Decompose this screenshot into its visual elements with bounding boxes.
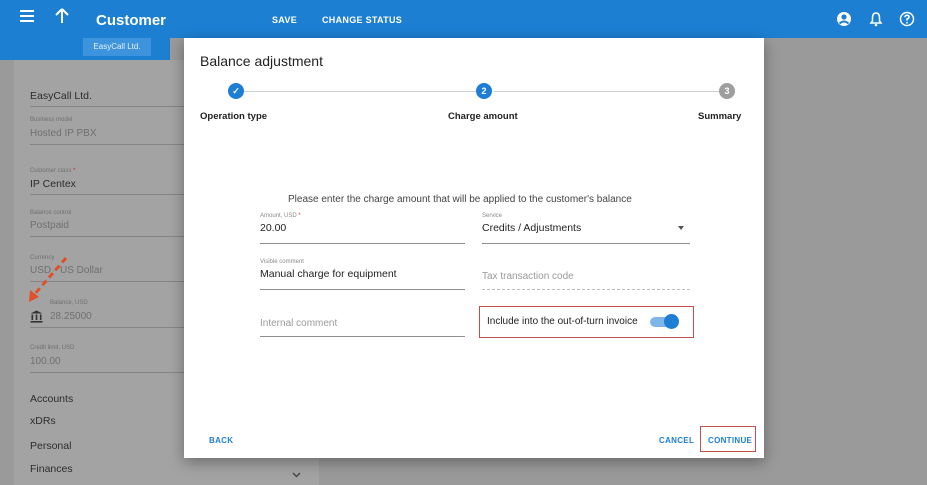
customer-class-label: Customer class *: [30, 168, 76, 174]
tax-transaction-code-field[interactable]: Tax transaction code: [482, 271, 690, 291]
nav-item-personal[interactable]: Personal: [30, 440, 71, 452]
business-model-label: Business model: [30, 117, 73, 123]
page-title: Customer: [96, 12, 167, 29]
internal-comment-field[interactable]: Internal comment: [260, 318, 465, 338]
nav-item-accounts[interactable]: Accounts: [30, 393, 73, 405]
step-connector: [494, 91, 719, 92]
divider: [30, 194, 198, 195]
invoice-toggle-switch[interactable]: [664, 314, 679, 329]
back-button[interactable]: BACK: [209, 436, 233, 445]
continue-button[interactable]: CONTINUE: [708, 436, 752, 445]
bell-icon[interactable]: [868, 11, 884, 27]
balance-control-value: Postpaid: [30, 220, 69, 231]
help-icon[interactable]: [899, 11, 915, 27]
divider: [30, 372, 198, 373]
balance-adjustment-dialog: Balance adjustment ✓ 2 3 Operation type …: [184, 38, 764, 458]
visible-comment-label: Visible comment: [260, 259, 304, 265]
balance-value: 28.25000: [50, 311, 92, 322]
divider: [30, 327, 198, 328]
invoice-toggle-label: Include into the out-of-turn invoice: [487, 316, 638, 327]
service-label: Service: [482, 213, 503, 219]
business-model-value: Hosted IP PBX: [30, 128, 97, 139]
account-icon[interactable]: [836, 11, 852, 27]
divider: [30, 144, 198, 145]
dropdown-arrow-icon[interactable]: [678, 226, 684, 230]
bank-icon[interactable]: [30, 310, 43, 328]
step-connector: [240, 91, 476, 92]
annotation-arrow-icon: [29, 257, 68, 302]
step-3-marker: 3: [719, 83, 735, 99]
customer-name: EasyCall Ltd.: [30, 90, 92, 102]
customer-tab[interactable]: EasyCall Ltd.: [83, 38, 151, 56]
credit-limit-value: 100.00: [30, 356, 61, 367]
app-bar: Customer SAVE CHANGE STATUS: [0, 0, 927, 38]
tax-transaction-code-placeholder: Tax transaction code: [482, 271, 574, 282]
visible-comment-field[interactable]: Visible comment Manual charge for equipm…: [260, 259, 465, 291]
change-status-button[interactable]: CHANGE STATUS: [322, 15, 402, 25]
credit-limit-label: Credit limit, USD: [30, 345, 75, 351]
step-1-label: Operation type: [200, 111, 268, 122]
nav-item-xdrs[interactable]: xDRs: [30, 415, 56, 427]
invoice-toggle-highlight: Include into the out-of-turn invoice: [479, 306, 694, 338]
service-value: Credits / Adjustments: [482, 222, 582, 234]
divider: [30, 106, 198, 107]
divider: [30, 236, 198, 237]
nav-item-finances[interactable]: Finances: [30, 463, 73, 475]
step-1-check-icon: ✓: [228, 83, 244, 99]
dialog-title: Balance adjustment: [200, 53, 323, 69]
step-2-label: Charge amount: [448, 111, 518, 122]
balance-control-label: Balance control: [30, 210, 72, 216]
internal-comment-placeholder: Internal comment: [260, 318, 338, 329]
visible-comment-value: Manual charge for equipment: [260, 268, 397, 280]
chevron-down-icon[interactable]: [292, 465, 301, 483]
amount-value: 20.00: [260, 222, 287, 234]
customer-class-field[interactable]: IP Centex: [30, 178, 76, 190]
amount-label: Amount, USD *: [260, 213, 301, 219]
amount-field[interactable]: Amount, USD * 20.00: [260, 213, 465, 245]
instruction-text: Please enter the charge amount that will…: [288, 194, 632, 205]
save-button[interactable]: SAVE: [272, 15, 297, 25]
arrow-up-icon[interactable]: [55, 8, 69, 28]
service-select[interactable]: Service Credits / Adjustments: [482, 213, 690, 245]
step-2-marker: 2: [476, 83, 492, 99]
menu-icon[interactable]: [20, 10, 36, 26]
step-3-label: Summary: [698, 111, 742, 122]
cancel-button[interactable]: CANCEL: [659, 436, 694, 445]
